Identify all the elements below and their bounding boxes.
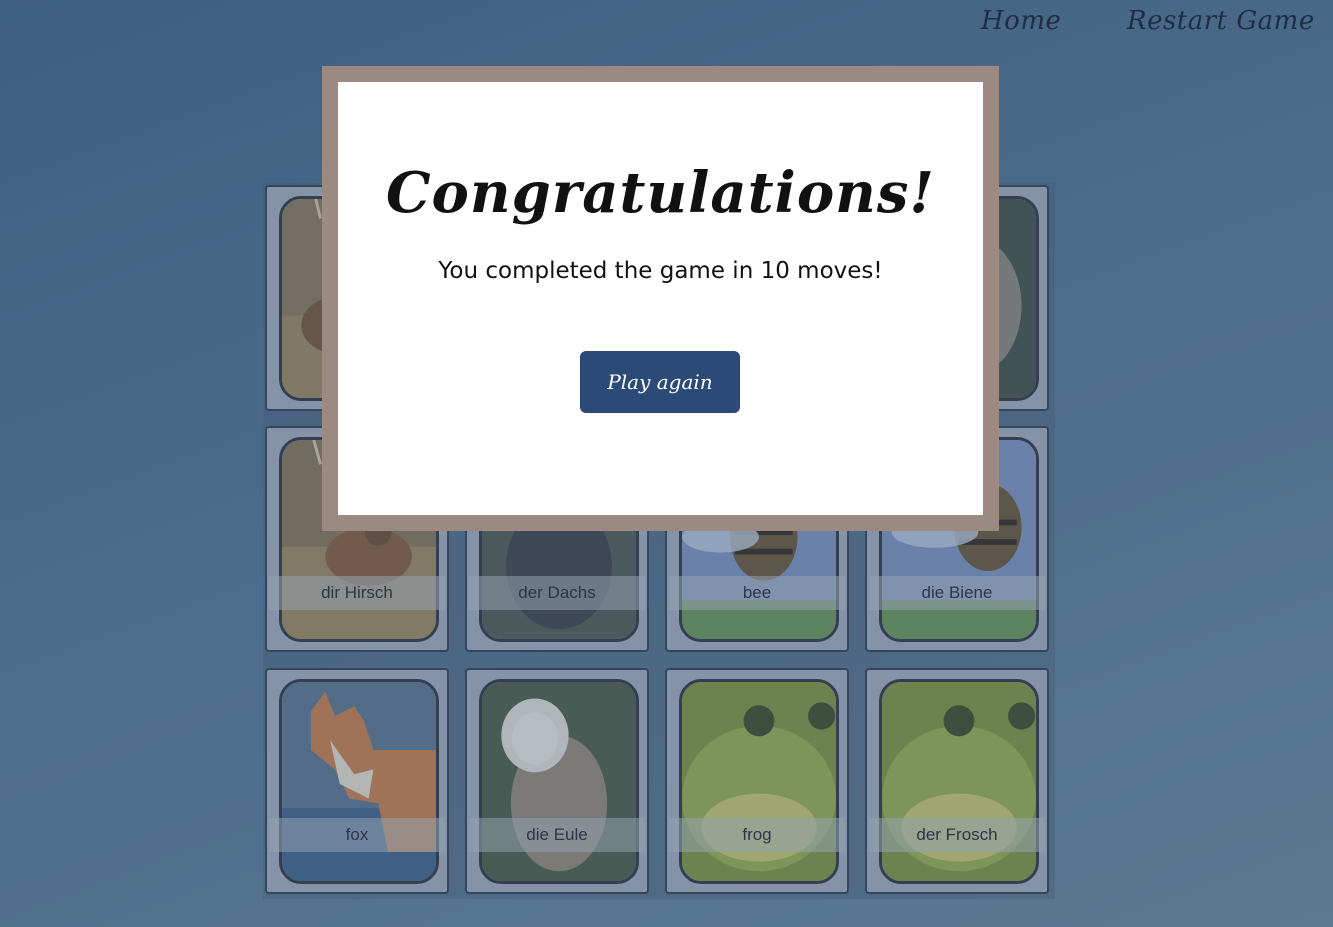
card-label: bee	[669, 576, 845, 610]
card-label: der Frosch	[869, 818, 1045, 852]
frog-image	[679, 679, 839, 884]
card-owl[interactable]: die Eule	[465, 668, 649, 894]
owl-image	[479, 679, 639, 884]
modal-title: Congratulations!	[385, 160, 936, 226]
card-fox[interactable]: fox	[265, 668, 449, 894]
card-label: die Eule	[469, 818, 645, 852]
frog-image	[879, 679, 1039, 884]
play-again-button[interactable]: Play again	[580, 351, 740, 413]
congratulations-modal: Congratulations! You completed the game …	[322, 66, 999, 531]
card-der-frosch[interactable]: der Frosch	[865, 668, 1049, 894]
card-label: der Dachs	[469, 576, 645, 610]
card-label: fox	[269, 818, 445, 852]
card-label: dir Hirsch	[269, 576, 445, 610]
modal-content: Congratulations! You completed the game …	[338, 82, 983, 515]
restart-game-link[interactable]: Restart Game	[1127, 6, 1315, 36]
card-frog[interactable]: frog	[665, 668, 849, 894]
card-label: frog	[669, 818, 845, 852]
home-link[interactable]: Home	[981, 6, 1061, 36]
modal-message: You completed the game in 10 moves!	[438, 258, 883, 284]
fox-image	[279, 679, 439, 884]
card-label: die Biene	[869, 576, 1045, 610]
